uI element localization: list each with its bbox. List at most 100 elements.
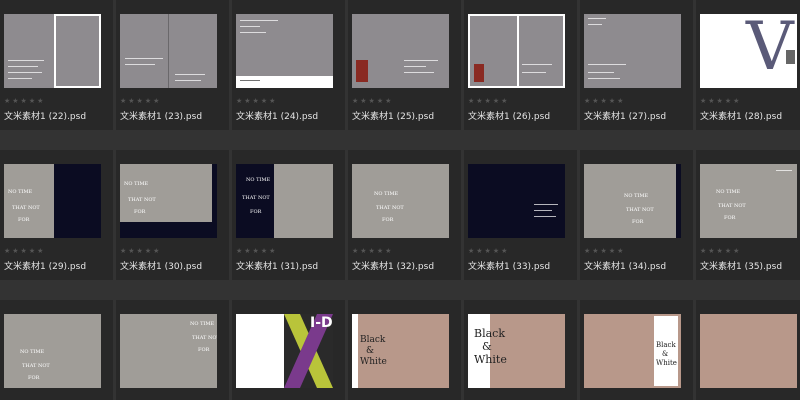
file-thumbnail-card[interactable]: NO TIME THAT NOT FOR ★★★★★ 文米素材1 (34).ps… <box>580 150 693 280</box>
thumb-text: THAT NOT <box>626 207 654 213</box>
file-preview: NO TIME THAT NOT FOR <box>120 164 217 238</box>
file-preview: Black & White <box>584 314 681 388</box>
thumb-text: THAT NOT <box>376 205 404 211</box>
file-name[interactable]: 文米素材1 (26).psd <box>468 112 550 123</box>
thumb-text: FOR <box>28 375 40 381</box>
file-preview: NO TIME THAT NOT FOR <box>4 164 101 238</box>
file-thumbnail-card[interactable]: NO TIME THAT NOT FOR ★★★★★ 文米素材1 (29).ps… <box>0 150 113 280</box>
rating-stars[interactable]: ★★★★★ <box>236 247 277 255</box>
file-preview <box>352 14 449 88</box>
rating-stars[interactable]: ★★★★★ <box>700 97 741 105</box>
file-thumbnail-card[interactable] <box>696 300 800 400</box>
file-thumbnail-card[interactable]: ★★★★★ 文米素材1 (23).psd <box>116 0 229 130</box>
file-thumbnail-card[interactable]: ★★★★★ 文米素材1 (33).psd <box>464 150 577 280</box>
thumb-text: FOR <box>724 215 736 221</box>
file-thumbnail-card[interactable]: ★★★★★ 文米素材1 (26).psd <box>464 0 577 130</box>
rating-stars[interactable]: ★★★★★ <box>4 247 45 255</box>
file-thumbnail-card[interactable]: Black & White <box>580 300 693 400</box>
thumb-text: White <box>474 353 507 366</box>
rating-stars[interactable]: ★★★★★ <box>352 247 393 255</box>
thumb-text: NO TIME <box>246 177 271 183</box>
file-preview <box>584 14 681 88</box>
rating-stars[interactable]: ★★★★★ <box>584 97 625 105</box>
file-name[interactable]: 文米素材1 (34).psd <box>584 262 666 273</box>
rating-stars[interactable]: ★★★★★ <box>584 247 625 255</box>
file-preview <box>468 14 565 88</box>
file-thumbnail-card[interactable]: Black & White <box>348 300 461 400</box>
file-thumbnail-card[interactable]: NO TIME THAT NOT FOR ★★★★★ 文米素材1 (32).ps… <box>348 150 461 280</box>
thumb-text: THAT NOT <box>242 195 270 201</box>
thumb-text: NO TIME <box>374 191 399 197</box>
file-preview <box>236 14 333 88</box>
file-preview: NO TIME THAT NOT FOR <box>584 164 681 238</box>
file-preview: I-D <box>236 314 333 388</box>
file-preview <box>700 314 797 388</box>
thumb-text: & <box>482 340 492 353</box>
rating-stars[interactable]: ★★★★★ <box>120 97 161 105</box>
file-preview <box>468 164 565 238</box>
file-preview: NO TIME THAT NOT FOR <box>120 314 217 388</box>
thumb-text: NO TIME <box>190 321 215 327</box>
thumbnail-grid: ★★★★★ 文米素材1 (22).psd ★★★★★ 文米素材1 (23).ps… <box>0 0 800 400</box>
thumb-text: FOR <box>18 217 30 223</box>
rating-stars[interactable]: ★★★★★ <box>4 97 45 105</box>
file-preview: V <box>700 14 797 88</box>
rating-stars[interactable]: ★★★★★ <box>352 97 393 105</box>
thumb-text: THAT NOT <box>128 197 156 203</box>
thumb-text: FOR <box>250 209 262 215</box>
thumb-text: NO TIME <box>624 193 649 199</box>
thumb-text: & <box>662 350 669 358</box>
file-name[interactable]: 文米素材1 (23).psd <box>120 112 202 123</box>
file-name[interactable]: 文米素材1 (33).psd <box>468 262 550 273</box>
rating-stars[interactable]: ★★★★★ <box>700 247 741 255</box>
thumb-text-idg: I-D <box>310 315 333 331</box>
thumb-text: THAT NOT <box>22 363 50 369</box>
file-preview: NO TIME THAT NOT FOR <box>236 164 333 238</box>
file-thumbnail-card[interactable]: ★★★★★ 文米素材1 (27).psd <box>580 0 693 130</box>
thumb-text: Black <box>656 341 676 349</box>
file-thumbnail-card[interactable]: V ★★★★★ 文米素材1 (28).psd <box>696 0 800 130</box>
file-name[interactable]: 文米素材1 (27).psd <box>584 112 666 123</box>
rating-stars[interactable]: ★★★★★ <box>468 97 509 105</box>
thumb-text: FOR <box>632 219 644 225</box>
file-name[interactable]: 文米素材1 (22).psd <box>4 112 86 123</box>
thumb-text: FOR <box>382 217 394 223</box>
file-thumbnail-card[interactable]: ★★★★★ 文米素材1 (25).psd <box>348 0 461 130</box>
file-thumbnail-card[interactable]: I-D <box>232 300 345 400</box>
file-name[interactable]: 文米素材1 (30).psd <box>120 262 202 273</box>
file-name[interactable]: 文米素材1 (24).psd <box>236 112 318 123</box>
file-preview: NO TIME THAT NOT FOR <box>700 164 797 238</box>
file-thumbnail-card[interactable]: Black & White <box>464 300 577 400</box>
thumb-text: FOR <box>134 209 146 215</box>
file-preview <box>120 14 217 88</box>
rating-stars[interactable]: ★★★★★ <box>468 247 509 255</box>
file-name[interactable]: 文米素材1 (31).psd <box>236 262 318 273</box>
file-thumbnail-card[interactable]: ★★★★★ 文米素材1 (22).psd <box>0 0 113 130</box>
thumb-text: NO TIME <box>8 189 33 195</box>
thumb-text: Black <box>360 335 386 345</box>
file-name[interactable]: 文米素材1 (28).psd <box>700 112 782 123</box>
file-thumbnail-card[interactable]: NO TIME THAT NOT FOR ★★★★★ 文米素材1 (30).ps… <box>116 150 229 280</box>
file-thumbnail-card[interactable]: NO TIME THAT NOT FOR <box>116 300 229 400</box>
file-name[interactable]: 文米素材1 (29).psd <box>4 262 86 273</box>
file-thumbnail-card[interactable]: ★★★★★ 文米素材1 (24).psd <box>232 0 345 130</box>
file-preview: Black & White <box>468 314 565 388</box>
file-name[interactable]: 文米素材1 (25).psd <box>352 112 434 123</box>
thumb-text: White <box>656 359 677 367</box>
file-thumbnail-card[interactable]: NO TIME THAT NOT FOR ★★★★★ 文米素材1 (31).ps… <box>232 150 345 280</box>
file-preview: NO TIME THAT NOT FOR <box>4 314 101 388</box>
file-name[interactable]: 文米素材1 (32).psd <box>352 262 434 273</box>
thumb-text: NO TIME <box>20 349 45 355</box>
file-thumbnail-card[interactable]: NO TIME THAT NOT FOR <box>0 300 113 400</box>
file-preview: Black & White <box>352 314 449 388</box>
thumb-text: White <box>360 357 387 367</box>
file-preview <box>4 14 101 88</box>
thumb-text: Black <box>474 327 505 340</box>
rating-stars[interactable]: ★★★★★ <box>236 97 277 105</box>
thumb-text: THAT NOT <box>192 335 217 341</box>
thumb-text: THAT NOT <box>12 205 40 211</box>
thumb-text: NO TIME <box>124 181 149 187</box>
file-thumbnail-card[interactable]: NO TIME THAT NOT FOR ★★★★★ 文米素材1 (35).ps… <box>696 150 800 280</box>
file-name[interactable]: 文米素材1 (35).psd <box>700 262 782 273</box>
rating-stars[interactable]: ★★★★★ <box>120 247 161 255</box>
